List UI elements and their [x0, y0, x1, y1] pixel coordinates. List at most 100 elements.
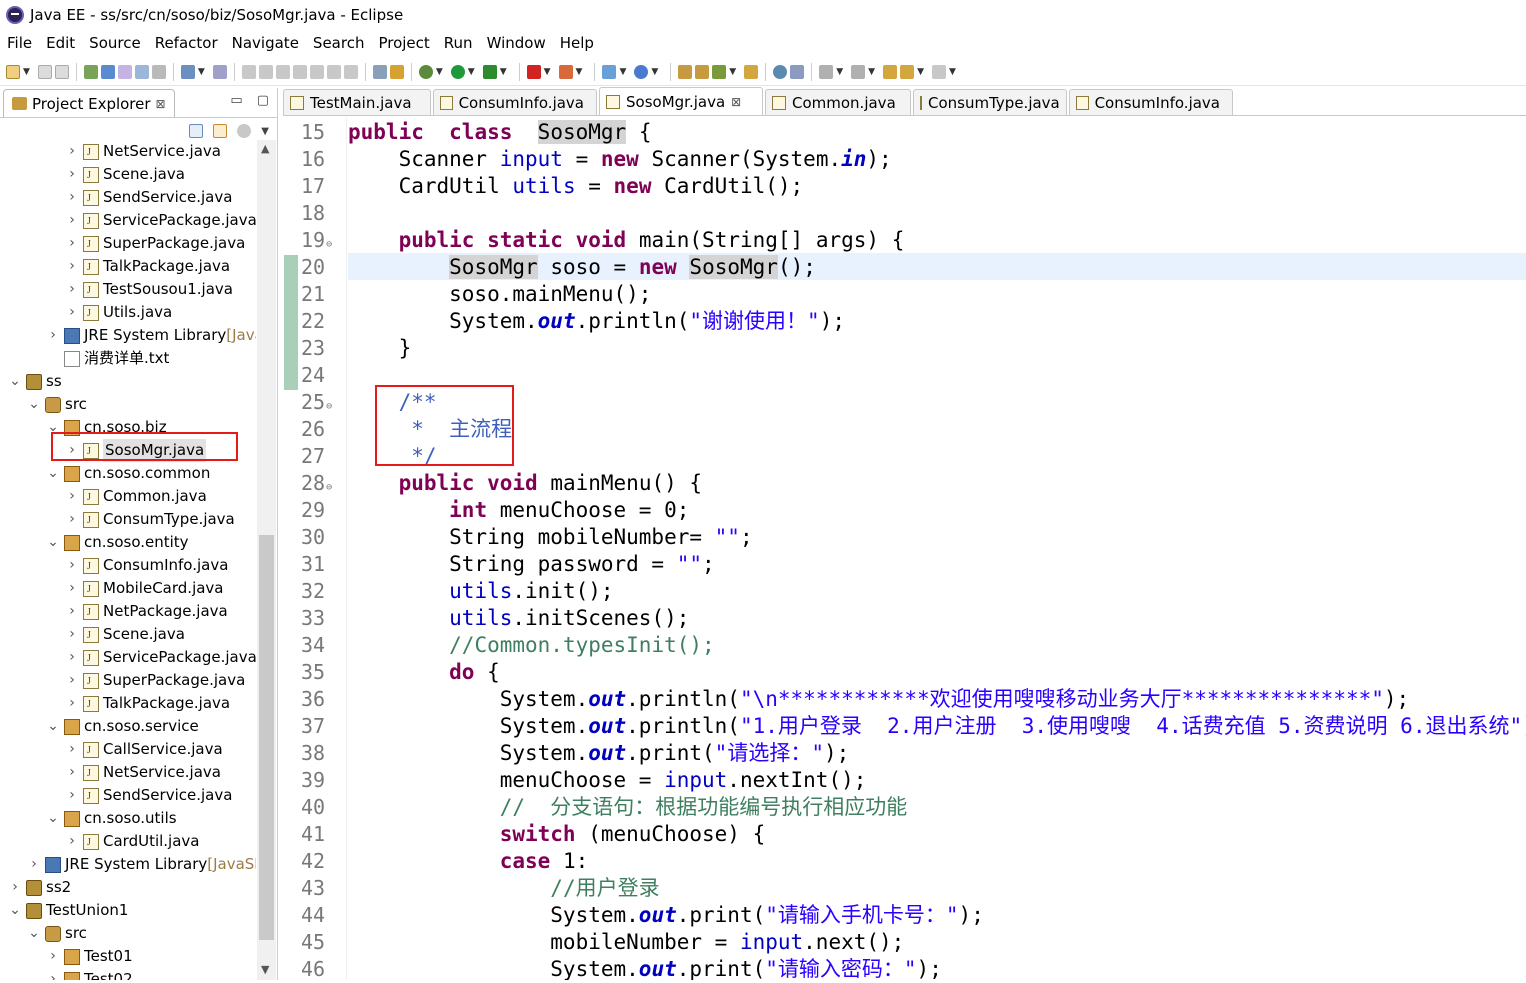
tree-item-scene-java[interactable]: › Scene.java — [65, 163, 185, 187]
chevron-right-icon[interactable]: › — [65, 209, 79, 232]
scroll-down-icon[interactable]: ▼ — [261, 963, 269, 976]
tab-project-explorer[interactable]: Project Explorer ⊠ — [3, 89, 175, 117]
code-line[interactable]: mobileNumber = input.next(); — [348, 929, 904, 956]
tree-item-ss2[interactable]: › ss2 — [8, 876, 71, 899]
tab-consumtype-java[interactable]: ConsumType.java — [913, 89, 1067, 115]
code-area[interactable]: public class SosoMgr { Scanner input = n… — [348, 118, 1526, 980]
code-line[interactable]: case 1: — [348, 848, 589, 875]
back-icon[interactable] — [900, 64, 915, 79]
tree-item--txt[interactable]: 消费详单.txt — [46, 347, 169, 370]
debug-icon[interactable] — [418, 64, 433, 79]
chevron-right-icon[interactable]: › — [65, 163, 79, 186]
chevron-down-icon[interactable]: ▼ — [198, 67, 205, 77]
tree-item-sendservice-java[interactable]: › SendService.java — [65, 186, 232, 210]
chevron-right-icon[interactable]: › — [65, 669, 79, 692]
chevron-down-icon[interactable]: ⌄ — [27, 393, 41, 416]
minimize-icon[interactable]: ▭ — [230, 93, 242, 108]
suspend-icon[interactable] — [258, 64, 273, 79]
disconnect-icon[interactable] — [292, 64, 307, 79]
code-line[interactable]: SosoMgr soso = new SosoMgr(); — [348, 254, 816, 281]
chevron-right-icon[interactable]: › — [65, 255, 79, 278]
open-console-icon[interactable] — [180, 64, 195, 79]
focus-on-task-icon[interactable] — [237, 124, 252, 138]
tree-item-ss[interactable]: ⌄ ss — [8, 370, 62, 393]
tree-item-netservice-java[interactable]: › NetService.java — [65, 140, 221, 164]
code-line[interactable]: System.out.println("1.用户登录 2.用户注册 3.使用嗖嗖… — [348, 713, 1526, 740]
tab-consuminfo-java[interactable]: ConsumInfo.java — [1069, 89, 1233, 115]
code-line[interactable]: String mobileNumber= ""; — [348, 524, 752, 551]
step-return-icon[interactable] — [343, 64, 358, 79]
tree-item-scene-java[interactable]: › Scene.java — [65, 623, 185, 647]
new-icon[interactable] — [6, 64, 20, 79]
code-line[interactable]: CardUtil utils = new CardUtil(); — [348, 173, 804, 200]
chevron-right-icon[interactable]: › — [65, 623, 79, 646]
code-line[interactable]: String password = ""; — [348, 551, 715, 578]
step-into-icon[interactable] — [309, 64, 324, 79]
chevron-right-icon[interactable]: › — [65, 140, 79, 163]
step-over-icon[interactable] — [326, 64, 341, 79]
next-annotation-icon[interactable] — [819, 64, 834, 79]
maximize-icon[interactable]: ▢ — [257, 93, 269, 108]
menu-file[interactable]: File — [0, 34, 39, 52]
collapse-all-icon[interactable] — [189, 124, 204, 138]
search-icon[interactable] — [712, 64, 727, 79]
tree-item-servicepackage-java[interactable]: › ServicePackage.java — [65, 646, 256, 670]
chevron-down-icon[interactable]: ▼ — [436, 67, 443, 77]
new-java-class-icon[interactable] — [634, 64, 649, 79]
word-wrap-icon[interactable] — [134, 64, 149, 79]
code-line[interactable]: System.out.print("请选择："); — [348, 740, 850, 767]
chevron-down-icon[interactable]: ▼ — [576, 67, 583, 77]
chevron-right-icon[interactable]: › — [65, 186, 79, 209]
tree-item-servicepackage-java[interactable]: › ServicePackage.java — [65, 209, 256, 233]
chevron-down-icon[interactable]: ⌄ — [46, 807, 60, 830]
code-line[interactable]: utils.initScenes(); — [348, 605, 689, 632]
tree-item-src[interactable]: ⌄ src — [27, 922, 87, 945]
fold-toggle-icon[interactable]: ⊖ — [326, 482, 332, 493]
tree-item-consuminfo-java[interactable]: › ConsumInfo.java — [65, 554, 228, 578]
chevron-right-icon[interactable]: › — [65, 761, 79, 784]
skip-breakpoints-icon[interactable] — [212, 64, 227, 79]
chevron-right-icon[interactable]: › — [65, 232, 79, 255]
code-line[interactable]: // 分支语句：根据功能编号执行相应功能 — [348, 794, 908, 821]
chevron-down-icon[interactable]: ▼ — [868, 67, 875, 77]
code-line[interactable]: menuChoose = input.nextInt(); — [348, 767, 867, 794]
code-line[interactable]: public void mainMenu() { — [348, 470, 702, 497]
chevron-down-icon[interactable]: ⌄ — [46, 462, 60, 485]
code-line[interactable]: public static void main(String[] args) { — [348, 227, 905, 254]
code-line[interactable]: soso.mainMenu(); — [348, 281, 651, 308]
menu-window[interactable]: Window — [480, 34, 553, 52]
tree-item-testunion1[interactable]: ⌄ TestUnion1 — [8, 899, 128, 922]
fold-toggle-icon[interactable]: ⊖ — [326, 239, 332, 250]
chevron-down-icon[interactable]: ▼ — [949, 67, 956, 77]
open-task-icon[interactable] — [695, 64, 710, 79]
tree-item-cn-soso-entity[interactable]: ⌄ cn.soso.entity — [46, 531, 188, 554]
tree-item-jre-system-library[interactable]: › JRE System Library [JavaSE — [27, 853, 256, 876]
tree-item-common-java[interactable]: › Common.java — [65, 485, 207, 509]
tree-item-mobilecard-java[interactable]: › MobileCard.java — [65, 577, 223, 601]
run-icon[interactable] — [450, 64, 465, 79]
chevron-down-icon[interactable]: ⌄ — [46, 715, 60, 738]
chevron-right-icon[interactable]: › — [65, 692, 79, 715]
chevron-right-icon[interactable]: › — [65, 738, 79, 761]
tree-item-cn-soso-utils[interactable]: ⌄ cn.soso.utils — [46, 807, 176, 830]
chevron-down-icon[interactable]: ▼ — [836, 67, 843, 77]
chevron-down-icon[interactable]: ⌄ — [8, 370, 22, 393]
resume-icon[interactable] — [241, 64, 256, 79]
chevron-right-icon[interactable]: › — [65, 278, 79, 301]
menu-search[interactable]: Search — [306, 34, 372, 52]
code-line[interactable]: switch (menuChoose) { — [348, 821, 766, 848]
chevron-down-icon[interactable]: ⌄ — [27, 922, 41, 945]
code-line[interactable]: do { — [348, 659, 500, 686]
chevron-right-icon[interactable]: › — [65, 508, 79, 531]
view-menu-icon[interactable]: ▼ — [261, 126, 269, 137]
menu-source[interactable]: Source — [82, 34, 148, 52]
tree-item-jre-system-library[interactable]: › JRE System Library [JavaSE — [46, 324, 256, 347]
web-browser-icon[interactable] — [773, 64, 788, 79]
chevron-right-icon[interactable]: › — [46, 324, 60, 347]
save-all-icon[interactable] — [54, 64, 69, 79]
tree-item-test01[interactable]: › Test01 — [46, 945, 132, 968]
chevron-down-icon[interactable]: ▼ — [23, 67, 30, 77]
open-type-icon[interactable] — [678, 64, 693, 79]
menu-refactor[interactable]: Refactor — [148, 34, 225, 52]
chevron-right-icon[interactable]: › — [65, 600, 79, 623]
